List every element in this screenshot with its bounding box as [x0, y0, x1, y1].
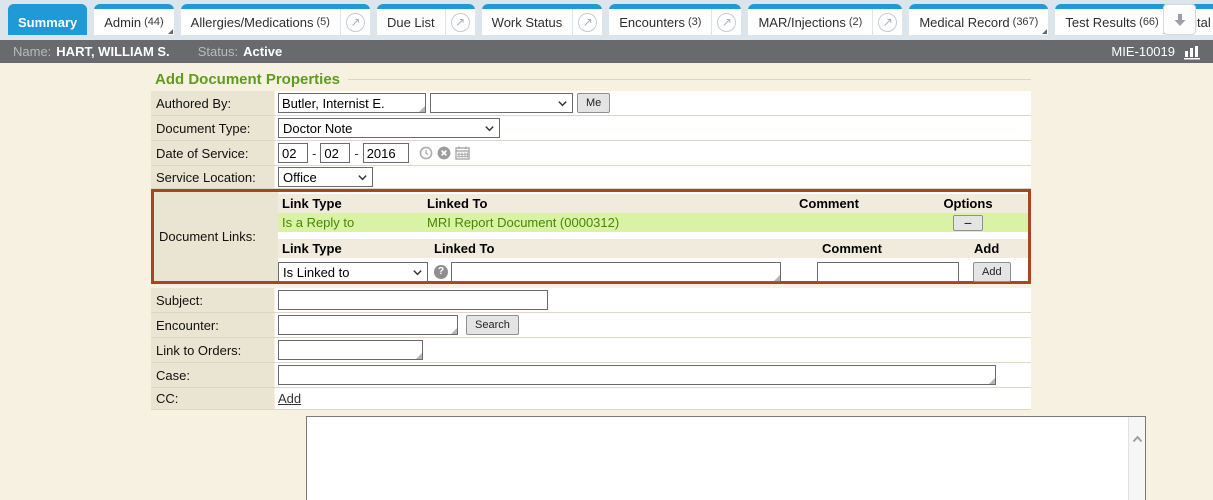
tab-admin[interactable]: Admin(44) — [94, 4, 173, 35]
authored-by-row: Authored By: Me — [151, 91, 1031, 116]
tab-work-status[interactable]: Work Status ↗ — [482, 4, 603, 35]
service-location-label: Service Location: — [151, 166, 275, 188]
encounter-input[interactable] — [278, 315, 458, 335]
date-of-service-label: Date of Service: — [151, 141, 275, 165]
popout-arrow-icon: ↗ — [717, 13, 736, 32]
date-year-input[interactable] — [363, 143, 409, 163]
down-arrow-icon — [1172, 12, 1188, 28]
popout-button[interactable]: ↗ — [573, 9, 602, 35]
tab-bar: Summary Admin(44) Allergies/Medications(… — [0, 0, 1213, 40]
resize-grip-icon — [451, 328, 457, 334]
resize-grip-icon — [774, 275, 780, 281]
clock-icon[interactable] — [419, 146, 433, 160]
name-label: Name: — [13, 44, 51, 59]
existing-links-header: Link Type Linked To Comment Options — [278, 194, 1028, 213]
cc-row: CC: Add — [151, 388, 1031, 410]
case-row: Case: — [151, 363, 1031, 388]
date-of-service-row: Date of Service: - - — [151, 141, 1031, 166]
scroll-up-icon — [1132, 435, 1143, 500]
textarea-scrollbar[interactable] — [1128, 417, 1145, 500]
link-to-orders-label: Link to Orders: — [151, 338, 275, 362]
remove-link-button[interactable]: − — [953, 215, 983, 231]
tab-mar-injections[interactable]: MAR/Injections(2) ↗ — [748, 4, 902, 35]
me-button[interactable]: Me — [577, 93, 610, 113]
patient-status: Active — [243, 44, 282, 59]
tab-due-list[interactable]: Due List ↗ — [377, 4, 475, 35]
new-link-controls: Is Linked to ? Add — [278, 260, 1028, 284]
popout-arrow-icon: ↗ — [346, 13, 365, 32]
document-links-box: Document Links: Link Type Linked To Comm… — [151, 189, 1031, 284]
chart-id: MIE-10019 — [1111, 44, 1175, 59]
resize-grip-icon — [416, 353, 422, 359]
add-link-button[interactable]: Add — [973, 262, 1011, 282]
linked-to-input[interactable] — [451, 262, 781, 282]
tab-encounters[interactable]: Encounters(3) ↗ — [609, 4, 741, 35]
document-links-label: Document Links: — [154, 192, 278, 281]
authored-by-label: Authored By: — [151, 91, 275, 115]
linked-to-value: MRI Report Document (0000312) — [423, 215, 795, 230]
authored-by-input[interactable] — [278, 93, 426, 113]
cc-add-link[interactable]: Add — [278, 391, 301, 406]
patient-name: HART, WILLIAM S. — [56, 44, 169, 59]
page-title: Add Document Properties — [155, 71, 340, 88]
authored-by-select[interactable] — [430, 93, 573, 113]
patient-info-bar: Name: HART, WILLIAM S. Status: Active MI… — [0, 40, 1213, 63]
help-icon[interactable]: ? — [434, 265, 448, 279]
main-content: Add Document Properties Authored By: Me … — [0, 63, 1213, 500]
service-location-select[interactable]: Office — [278, 167, 373, 187]
encounter-search-button[interactable]: Search — [466, 315, 519, 335]
case-input[interactable] — [278, 365, 996, 385]
resize-grip-icon — [989, 378, 995, 384]
document-body-textarea[interactable] — [306, 416, 1146, 500]
popout-arrow-icon: ↗ — [451, 13, 470, 32]
popout-arrow-icon: ↗ — [878, 13, 897, 32]
link-type-select[interactable]: Is Linked to — [278, 262, 428, 282]
resize-grip-icon — [419, 106, 425, 112]
chart-stats-icon[interactable] — [1183, 44, 1203, 60]
date-day-input[interactable] — [320, 143, 350, 163]
linked-document-row: Is a Reply to MRI Report Document (00003… — [278, 213, 1028, 232]
subject-label: Subject: — [151, 288, 275, 312]
date-month-input[interactable] — [278, 143, 308, 163]
add-document-form: Add Document Properties Authored By: Me … — [151, 67, 1031, 410]
popout-arrow-icon: ↗ — [578, 13, 597, 32]
encounter-label: Encounter: — [151, 313, 275, 337]
status-label: Status: — [198, 44, 238, 59]
menu-fold-icon — [1042, 29, 1047, 34]
new-link-header: Link Type Linked To Comment Add — [278, 239, 1028, 258]
cc-label: CC: — [151, 388, 275, 409]
document-type-row: Document Type: Doctor Note — [151, 116, 1031, 141]
service-location-row: Service Location: Office — [151, 166, 1031, 189]
popout-button[interactable]: ↗ — [341, 9, 370, 35]
clear-date-icon[interactable] — [437, 146, 451, 160]
link-comment-input[interactable] — [817, 262, 959, 282]
encounter-row: Encounter: Search — [151, 313, 1031, 338]
title-rule — [348, 79, 1031, 80]
calendar-icon[interactable] — [455, 146, 470, 160]
tab-test-results[interactable]: Test Results(66) — [1055, 4, 1168, 35]
case-label: Case: — [151, 363, 275, 387]
menu-fold-icon — [168, 29, 173, 34]
tab-medical-record[interactable]: Medical Record(367) — [909, 4, 1048, 35]
link-to-orders-row: Link to Orders: — [151, 338, 1031, 363]
tab-allergies-medications[interactable]: Allergies/Medications(5) ↗ — [181, 4, 370, 35]
popout-button[interactable]: ↗ — [446, 9, 475, 35]
tab-summary[interactable]: Summary — [8, 4, 87, 35]
link-type-value: Is a Reply to — [278, 215, 423, 230]
popout-button[interactable]: ↗ — [873, 9, 902, 35]
document-type-label: Document Type: — [151, 116, 275, 140]
subject-input[interactable] — [278, 290, 548, 310]
document-type-select[interactable]: Doctor Note — [278, 118, 500, 138]
subject-row: Subject: — [151, 288, 1031, 313]
popout-button[interactable]: ↗ — [712, 9, 741, 35]
link-to-orders-input[interactable] — [278, 340, 423, 360]
tab-overflow-button[interactable] — [1163, 4, 1196, 35]
